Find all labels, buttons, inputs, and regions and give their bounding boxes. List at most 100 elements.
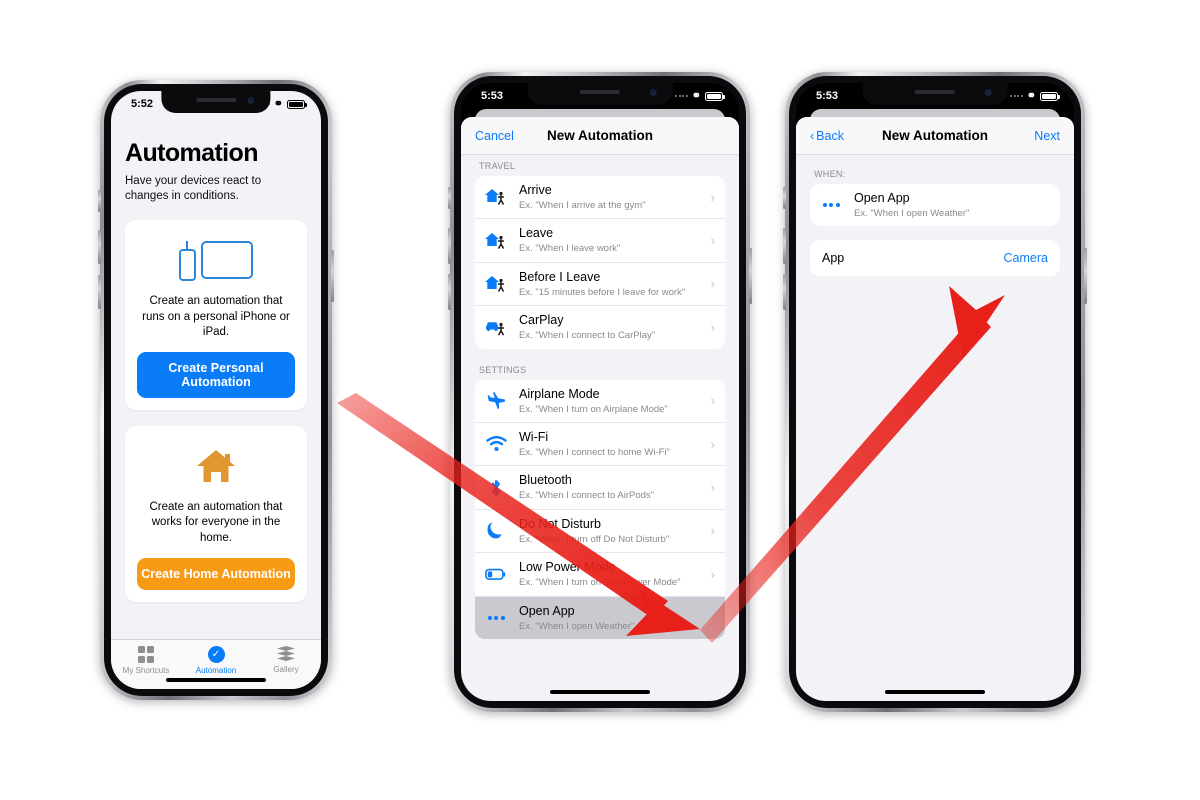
- check-circle-icon: ✓: [207, 646, 225, 663]
- status-time: 5:53: [481, 90, 504, 102]
- power-button: [1084, 248, 1087, 304]
- phone-3-screen: 5:53 ⚭ ‹ Back New Automation Next WHEN: …: [796, 83, 1074, 701]
- tab-my-shortcuts[interactable]: My Shortcuts: [111, 646, 181, 675]
- trigger-text: Before I Leave Ex. "15 minutes before I …: [519, 270, 701, 298]
- layers-icon: [277, 646, 295, 662]
- tab-my-shortcuts-label: My Shortcuts: [122, 665, 170, 675]
- trigger-title: Do Not Disturb: [519, 516, 601, 531]
- wifi-icon: [483, 436, 509, 452]
- house-walk-icon: [483, 187, 509, 207]
- trigger-row-airplane-mode[interactable]: Airplane Mode Ex. "When I turn on Airpla…: [475, 379, 725, 423]
- trigger-subtitle: Ex. "15 minutes before I leave for work": [519, 286, 686, 298]
- trigger-text: Airplane Mode Ex. "When I turn on Airpla…: [519, 387, 701, 415]
- phone-2-new-automation-list: 5:53 ⚭ Cancel New Automation TRAVEL Arri…: [448, 72, 752, 712]
- trigger-subtitle: Ex. "When I open Weather": [519, 620, 635, 632]
- trigger-row-arrive[interactable]: Arrive Ex. "When I arrive at the gym" ›: [475, 176, 725, 220]
- trigger-subtitle: Ex. "When I turn on Low Power Mode": [519, 577, 681, 589]
- personal-automation-card: Create an automation that runs on a pers…: [125, 220, 307, 411]
- next-button[interactable]: Next: [1034, 129, 1060, 143]
- when-section-header: WHEN:: [814, 169, 846, 179]
- tab-gallery[interactable]: Gallery: [251, 646, 321, 674]
- dots-icon: [483, 615, 509, 620]
- phone-1-automation-home: 5:52 ⚭ Automation Have your devices reac…: [98, 80, 334, 700]
- chevron-right-icon: ›: [710, 566, 715, 582]
- trigger-row-before-i-leave[interactable]: Before I Leave Ex. "15 minutes before I …: [475, 262, 725, 307]
- configure-scroller[interactable]: WHEN: Open App Ex. "When I open Weather": [796, 155, 1074, 701]
- notch: [862, 83, 1008, 105]
- chevron-right-icon: ›: [710, 523, 715, 539]
- home-automation-card: Create an automation that works for ever…: [125, 426, 307, 603]
- trigger-text: Open App Ex. "When I open Weather": [854, 191, 1050, 219]
- trigger-text: Arrive Ex. "When I arrive at the gym": [519, 183, 701, 211]
- trigger-list-scroller[interactable]: TRAVEL Arrive Ex. "When I arrive at the …: [461, 155, 739, 701]
- house-glyph: [197, 450, 235, 483]
- status-right-cluster: ⚭: [675, 89, 725, 102]
- app-selection-group: App Camera: [810, 240, 1060, 277]
- status-time: 5:53: [816, 90, 839, 102]
- signal-dots-icon: [675, 95, 688, 97]
- chevron-right-icon: ›: [710, 189, 715, 205]
- volume-down-button: [783, 274, 786, 310]
- status-right-cluster: ⚭: [1010, 90, 1060, 102]
- trigger-row-open-app[interactable]: Open App Ex. "When I open Weather" ›: [475, 596, 725, 639]
- link-icon: ⚭: [691, 89, 701, 102]
- home-indicator: [166, 678, 266, 682]
- trigger-subtitle: Ex. "When I connect to home Wi-Fi": [519, 446, 670, 458]
- trigger-subtitle: Ex. "When I leave work": [519, 243, 621, 255]
- status-time: 5:52: [131, 98, 154, 110]
- home-card-text: Create an automation that works for ever…: [149, 501, 283, 544]
- app-row-value[interactable]: Camera: [1004, 251, 1048, 265]
- trigger-subtitle: Ex. "When I connect to AirPods": [519, 490, 655, 502]
- chevron-right-icon: ›: [710, 610, 715, 626]
- volume-down-button: [448, 274, 451, 310]
- home-indicator: [550, 690, 650, 694]
- battery-icon: [705, 91, 725, 101]
- trigger-title: Open App: [519, 603, 575, 618]
- power-button: [749, 248, 752, 304]
- trigger-row-open-app[interactable]: Open App Ex. "When I open Weather": [810, 184, 1060, 227]
- chevron-right-icon: ›: [710, 233, 715, 249]
- trigger-row-carplay[interactable]: CarPlay Ex. "When I connect to CarPlay" …: [475, 306, 725, 349]
- page-title: Automation: [125, 139, 258, 167]
- house-walk-icon: [483, 274, 509, 294]
- trigger-title: Open App: [854, 191, 910, 205]
- phone-2-navbar: Cancel New Automation: [461, 117, 739, 155]
- create-home-automation-button[interactable]: Create Home Automation: [137, 558, 295, 591]
- section-header-travel: TRAVEL: [479, 161, 516, 171]
- trigger-title: Airplane Mode: [519, 386, 600, 401]
- devices-iphone-ipad-icon: [137, 234, 295, 286]
- phone-1-content: Automation Have your devices react to ch…: [111, 117, 321, 639]
- trigger-title: CarPlay: [519, 313, 564, 328]
- volume-down-button: [98, 275, 101, 309]
- page-subtitle: Have your devices react to changes in co…: [125, 175, 262, 203]
- trigger-row-leave[interactable]: Leave Ex. "When I leave work" ›: [475, 219, 725, 263]
- cancel-button[interactable]: Cancel: [475, 129, 514, 143]
- phone-3-navbar: ‹ Back New Automation Next: [796, 117, 1074, 155]
- trigger-subtitle: Ex. "When I turn off Do Not Disturb": [519, 533, 670, 545]
- notch: [527, 83, 673, 105]
- tab-automation[interactable]: ✓ Automation: [181, 646, 251, 675]
- mute-switch: [98, 190, 101, 212]
- mute-switch: [783, 187, 786, 209]
- phone-2-screen: 5:53 ⚭ Cancel New Automation TRAVEL Arri…: [461, 83, 739, 701]
- battery-icon: [287, 99, 307, 109]
- chevron-right-icon: ›: [710, 276, 715, 292]
- back-button[interactable]: ‹ Back: [810, 129, 844, 143]
- trigger-title: Wi-Fi: [519, 429, 549, 444]
- app-row[interactable]: App Camera: [810, 240, 1060, 277]
- mute-switch: [448, 187, 451, 209]
- trigger-row-wifi[interactable]: Wi-Fi Ex. "When I connect to home Wi-Fi"…: [475, 422, 725, 467]
- trigger-text: Leave Ex. "When I leave work": [519, 226, 701, 254]
- volume-up-button: [98, 230, 101, 264]
- car-walk-icon: [483, 317, 509, 337]
- trigger-text: Open App Ex. "When I open Weather": [519, 604, 701, 632]
- create-personal-automation-button[interactable]: Create Personal Automation: [137, 352, 295, 399]
- trigger-row-bluetooth[interactable]: Bluetooth Ex. "When I connect to AirPods…: [475, 466, 725, 510]
- trigger-row-do-not-disturb[interactable]: Do Not Disturb Ex. "When I turn off Do N…: [475, 509, 725, 554]
- trigger-subtitle: Ex. "When I connect to CarPlay": [519, 330, 656, 342]
- trigger-text: Wi-Fi Ex. "When I connect to home Wi-Fi": [519, 430, 701, 458]
- front-camera: [247, 97, 255, 104]
- trigger-row-low-power-mode[interactable]: Low Power Mode Ex. "When I turn on Low P…: [475, 553, 725, 597]
- phone-1-screen: 5:52 ⚭ Automation Have your devices reac…: [111, 91, 321, 689]
